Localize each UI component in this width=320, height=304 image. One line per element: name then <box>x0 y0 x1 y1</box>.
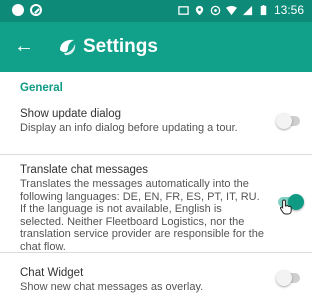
hand-cursor-icon <box>279 199 292 215</box>
setting-row-translate-chat[interactable]: Translate chat messages Translates the m… <box>0 164 312 253</box>
sync-icon <box>30 4 42 16</box>
app-toolbar: ← Settings <box>0 22 312 72</box>
setting-row-show-update-dialog[interactable]: Show update dialog Display an info dialo… <box>0 108 312 160</box>
signal-icon <box>242 5 253 15</box>
divider <box>0 252 312 253</box>
status-bar: 13:56 <box>0 0 312 22</box>
setting-row-chat-widget[interactable]: Chat Widget Show new chat messages as ov… <box>0 267 312 303</box>
setting-title: Chat Widget <box>20 267 84 279</box>
clock-time: 13:56 <box>273 3 304 17</box>
setting-description: Display an info dialog before updating a… <box>20 122 238 134</box>
cast-icon <box>178 5 189 15</box>
setting-title: Show update dialog <box>20 108 122 120</box>
setting-description: Translates the messages automatically in… <box>20 178 264 253</box>
back-arrow-icon[interactable]: ← <box>14 35 34 57</box>
section-header: General <box>20 82 63 94</box>
chat-widget-toggle[interactable] <box>276 270 300 286</box>
setting-title: Translate chat messages <box>20 164 149 176</box>
page-title: Settings <box>83 36 158 57</box>
toggle-knob <box>276 113 292 129</box>
show-update-dialog-toggle[interactable] <box>276 113 300 129</box>
location-icon <box>195 5 204 15</box>
toggle-knob <box>276 270 292 286</box>
alarm-icon <box>210 5 221 15</box>
app-logo-icon <box>60 39 76 56</box>
divider <box>0 154 312 155</box>
notification-dot-icon <box>12 4 24 16</box>
setting-description: Show new chat messages as overlay. <box>20 281 204 293</box>
battery-icon <box>260 4 267 15</box>
wifi-icon <box>225 5 237 15</box>
